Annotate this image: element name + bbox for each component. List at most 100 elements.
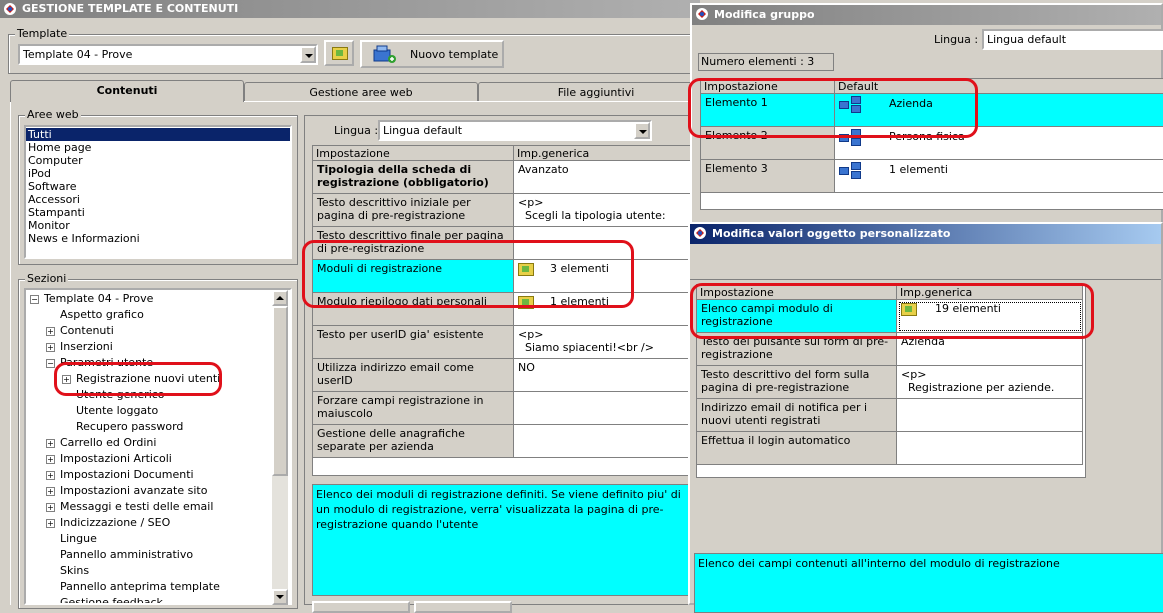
gruppo-grid[interactable]: Impostazione Default Elemento 1 Azienda Elem… xyxy=(700,78,1163,210)
folder-icon[interactable] xyxy=(518,295,534,309)
grid-row-name[interactable]: Testo descrittivo finale per pagina di p… xyxy=(313,227,514,260)
grid-row-value[interactable]: Azienda xyxy=(897,333,1083,366)
gruppo-lingua-select[interactable]: Lingua default xyxy=(982,29,1163,50)
grid-row-value[interactable]: Persona fisica xyxy=(835,127,1163,160)
expand-icon[interactable]: + xyxy=(46,471,55,480)
grid-row-value[interactable]: 19 elementi xyxy=(897,300,1083,333)
collapse-icon[interactable]: − xyxy=(46,359,55,368)
bottom-button-1[interactable] xyxy=(312,601,410,613)
grid-row-value[interactable]: <p> Siamo spiacenti!<br /> xyxy=(514,326,692,359)
tab-contenuti[interactable]: Contenuti xyxy=(10,80,244,102)
scroll-up-button[interactable] xyxy=(272,290,288,306)
expand-icon[interactable]: + xyxy=(46,519,55,528)
scroll-thumb[interactable] xyxy=(272,306,288,476)
grid-row-name-text: Testo descrittivo del form sulla pagina … xyxy=(701,368,870,394)
grid-row-name[interactable]: Utilizza indirizzo email come userID xyxy=(313,359,514,392)
list-item[interactable]: Accessori xyxy=(26,193,290,206)
gruppo-lingua-label: Lingua : xyxy=(934,33,979,46)
expand-icon[interactable]: + xyxy=(46,487,55,496)
grid-row-value[interactable]: 1 elementi xyxy=(835,160,1163,193)
grid-row-name[interactable]: Testo per userID gia' esistente xyxy=(313,326,514,359)
expand-icon[interactable]: + xyxy=(46,503,55,512)
grid-row-value[interactable]: 3 elementi xyxy=(514,260,692,293)
grid-row-value[interactable] xyxy=(514,392,692,425)
bottom-button-2[interactable] xyxy=(414,601,512,613)
list-item[interactable]: Computer xyxy=(26,154,290,167)
new-template-button[interactable]: Nuovo template xyxy=(360,40,504,68)
grid-row-value[interactable]: <p> Scegli la tipologia utente: xyxy=(514,194,692,227)
grid-row-name[interactable]: Gestione delle anagrafiche separate per … xyxy=(313,425,514,458)
tree-node-label: Inserzioni xyxy=(60,340,113,353)
sezioni-scrollbar[interactable] xyxy=(272,290,288,605)
oggetto-titlebar[interactable]: Modifica valori oggetto personalizzato xyxy=(690,224,1161,244)
list-item[interactable]: Stampanti xyxy=(26,206,290,219)
grid-row-name[interactable]: Elemento 3 xyxy=(701,160,835,193)
list-item[interactable]: Home page xyxy=(26,141,290,154)
grid-row-name[interactable]: Modulo riepilogo dati personali xyxy=(313,293,514,326)
folder-icon[interactable] xyxy=(518,262,534,276)
expand-icon[interactable]: + xyxy=(46,327,55,336)
grid-row-name[interactable]: Elenco campi modulo di registrazione xyxy=(697,300,897,333)
lingua-dropdown-button[interactable] xyxy=(634,122,650,139)
lingua-select[interactable]: Lingua default xyxy=(378,120,652,141)
grid-row-name[interactable]: Testo descrittivo del form sulla pagina … xyxy=(697,366,897,399)
grid-row-value[interactable] xyxy=(897,399,1083,432)
tree-node-label: Pannello anteprima template xyxy=(60,580,220,593)
grid-header-value: Imp.generica xyxy=(897,285,1083,300)
grid-row-name[interactable]: Effettua il login automatico xyxy=(697,432,897,465)
gruppo-titlebar[interactable]: Modifica gruppo xyxy=(692,5,1161,25)
grid-row-value[interactable] xyxy=(514,425,692,458)
oggetto-grid[interactable]: Impostazione Imp.generica Elenco campi mod… xyxy=(696,284,1086,478)
grid-row-value-text: <p> Siamo spiacenti!<br /> xyxy=(518,328,654,354)
grid-row-name[interactable]: Testo del pulsante sul form di pre-regis… xyxy=(697,333,897,366)
grid-row-name[interactable]: Elemento 1 xyxy=(701,94,835,127)
grid-row-value-text: <p> Registrazione per aziende. xyxy=(901,368,1055,394)
expand-icon[interactable]: + xyxy=(46,343,55,352)
expand-icon[interactable]: + xyxy=(46,455,55,464)
tree-node-label: Impostazioni Articoli xyxy=(60,452,172,465)
template-select[interactable]: Template 04 - Prove xyxy=(18,44,318,65)
grid-row-name-text: Elemento 2 xyxy=(705,129,768,142)
aree-web-list[interactable]: Tutti Home page Computer iPod Software Access… xyxy=(24,125,292,259)
grid-row-name-text: Elenco campi modulo di registrazione xyxy=(701,302,833,328)
template-dropdown-button[interactable] xyxy=(300,46,316,63)
grid-row-name[interactable]: Elemento 2 xyxy=(701,127,835,160)
grid-row-value[interactable]: NO xyxy=(514,359,692,392)
grid-row-name[interactable]: Moduli di registrazione xyxy=(313,260,514,293)
main-titlebar[interactable]: GESTIONE TEMPLATE E CONTENUTI xyxy=(0,0,700,18)
list-item[interactable]: Monitor xyxy=(26,219,290,232)
settings-grid[interactable]: Impostazione Imp.generica Tipologia della … xyxy=(312,145,692,476)
sezioni-tree[interactable]: − Template 04 - Prove Aspetto grafico + Cont… xyxy=(24,288,292,605)
grid-row-value[interactable] xyxy=(514,227,692,260)
list-item[interactable]: iPod xyxy=(26,167,290,180)
new-template-label: Nuovo template xyxy=(410,48,499,61)
grid-row-value[interactable]: Avanzato xyxy=(514,161,692,194)
list-item[interactable]: News e Informazioni xyxy=(26,232,290,245)
list-item[interactable]: Tutti xyxy=(26,128,290,141)
tree-node-label: Indicizzazione / SEO xyxy=(60,516,171,529)
grid-header-value: Imp.generica xyxy=(514,146,692,161)
grid-row-value[interactable]: 1 elementi xyxy=(514,293,692,326)
grid-header-value: Default xyxy=(835,79,1163,94)
grid-row-name-text: Testo descrittivo iniziale per pagina di… xyxy=(317,196,471,222)
folder-icon[interactable] xyxy=(901,302,917,316)
grid-row-value[interactable]: Azienda xyxy=(835,94,1163,127)
scroll-down-button[interactable] xyxy=(272,589,288,605)
tree-node-label: Lingue xyxy=(60,532,97,545)
tab-file-aggiuntivi[interactable]: File aggiuntivi xyxy=(478,82,714,102)
collapse-icon[interactable]: − xyxy=(30,295,39,304)
expand-icon[interactable]: + xyxy=(46,439,55,448)
grid-row-name[interactable]: Forzare campi registrazione in maiuscolo xyxy=(313,392,514,425)
gruppo-count-text: Numero elementi : 3 xyxy=(701,55,815,68)
grid-row-value[interactable] xyxy=(897,432,1083,465)
open-folder-button[interactable] xyxy=(324,40,354,66)
grid-row-name[interactable]: Testo descrittivo iniziale per pagina di… xyxy=(313,194,514,227)
tab-gestione-aree-web[interactable]: Gestione aree web xyxy=(244,82,478,102)
grid-row-value[interactable]: <p> Registrazione per aziende. xyxy=(897,366,1083,399)
grid-row-name-text: Gestione delle anagrafiche separate per … xyxy=(317,427,465,453)
tree-node-label: Contenuti xyxy=(60,324,114,337)
grid-row-name[interactable]: Tipologia della scheda di registrazione … xyxy=(313,161,514,194)
list-item[interactable]: Software xyxy=(26,180,290,193)
grid-row-name[interactable]: Indirizzo email di notifica per i nuovi … xyxy=(697,399,897,432)
expand-icon[interactable]: + xyxy=(62,375,71,384)
